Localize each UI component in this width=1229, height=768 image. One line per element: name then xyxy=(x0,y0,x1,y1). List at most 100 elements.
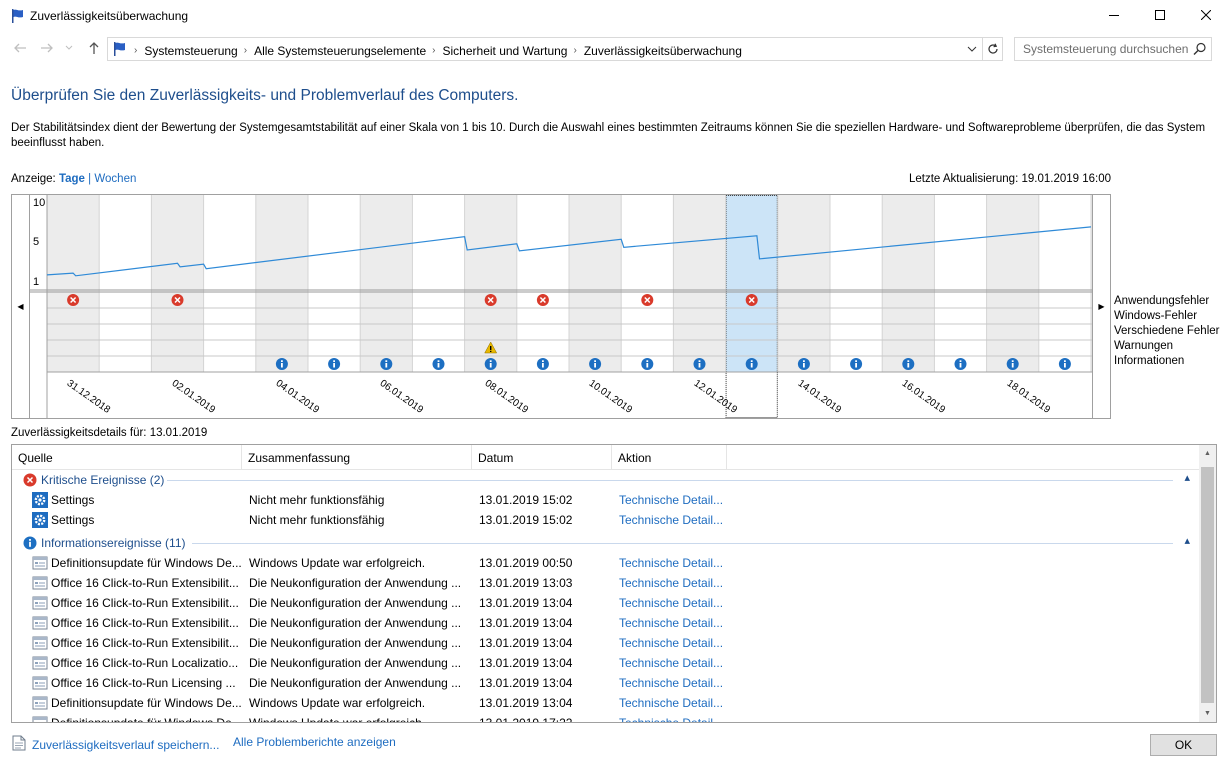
day-column-shade xyxy=(777,195,830,372)
technical-details-link[interactable]: Technische Detail... xyxy=(619,616,723,630)
technical-details-link[interactable]: Technische Detail... xyxy=(619,513,723,527)
show-all-reports-link[interactable]: Alle Problemberichte anzeigen xyxy=(233,735,396,749)
breadcrumb-item[interactable]: Zuverlässigkeitsüberwachung xyxy=(584,44,742,58)
view-days-link[interactable]: Tage xyxy=(59,173,85,185)
day-column-shade xyxy=(360,195,413,372)
list-header: Quelle Zusammenfassung Datum Aktion ⌃ xyxy=(12,445,1201,470)
chevron-right-icon[interactable]: › xyxy=(573,45,576,56)
technical-details-link[interactable]: Technische Detail... xyxy=(619,556,723,570)
forward-arrow-icon[interactable] xyxy=(38,38,56,58)
info-icon-mark xyxy=(907,363,910,368)
window-icon xyxy=(32,615,48,634)
list-item[interactable]: Settings Nicht mehr funktionsfähig 13.01… xyxy=(12,510,1201,530)
list-item[interactable]: Office 16 Click-to-Run Extensibilit... Di… xyxy=(12,573,1201,593)
list-item[interactable]: Office 16 Click-to-Run Localizatio... Die… xyxy=(12,653,1201,673)
breadcrumb-item[interactable]: Sicherheit und Wartung xyxy=(443,44,568,58)
technical-details-link[interactable]: Technische Detail... xyxy=(619,596,723,610)
list-item[interactable]: Settings Nicht mehr funktionsfähig 13.01… xyxy=(12,490,1201,510)
collapse-chevron-icon[interactable]: ▴ xyxy=(1184,534,1190,547)
back-arrow-icon[interactable] xyxy=(11,38,29,58)
row-date: 13.01.2019 00:50 xyxy=(479,556,573,570)
row-date: 13.01.2019 13:04 xyxy=(479,696,573,710)
list-item[interactable]: Definitionsupdate für Windows De... Windo… xyxy=(12,553,1201,573)
row-date: 13.01.2019 13:04 xyxy=(479,596,573,610)
row-summary: Die Neukonfiguration der Anwendung ... xyxy=(249,656,462,670)
info-icon-dot xyxy=(385,360,388,362)
info-icon-dot xyxy=(1011,360,1014,362)
row-source: Office 16 Click-to-Run Extensibilit... xyxy=(51,576,239,590)
view-weeks-link[interactable]: Wochen xyxy=(94,173,136,185)
technical-details-link[interactable]: Technische Detail... xyxy=(619,636,723,650)
list-item[interactable]: Office 16 Click-to-Run Extensibilit... Di… xyxy=(12,613,1201,633)
list-item[interactable]: Definitionsupdate für Windows De... Windo… xyxy=(12,713,1201,723)
window-icon xyxy=(32,555,48,574)
save-history-link[interactable]: Zuverlässigkeitsverlauf speichern... xyxy=(32,738,219,752)
refresh-icon[interactable] xyxy=(982,38,1002,60)
page-description: Der Stabilitätsindex dient der Bewertung… xyxy=(11,122,1206,149)
collapse-chevron-icon[interactable]: ▴ xyxy=(1184,471,1190,484)
column-header-action[interactable]: Aktion xyxy=(612,445,727,470)
save-history-link-container[interactable]: Zuverlässigkeitsverlauf speichern... xyxy=(12,735,219,754)
group-information-events[interactable]: Informationsereignisse (11) ▴ xyxy=(12,533,1201,553)
legend-windows-errors: Windows-Fehler xyxy=(1114,310,1198,322)
row-source: Settings xyxy=(51,493,95,507)
row-summary: Windows Update war erfolgreich. xyxy=(249,696,426,710)
column-header-summary[interactable]: Zusammenfassung xyxy=(242,445,472,470)
row-date: 13.01.2019 17:22 xyxy=(479,716,573,723)
breadcrumb-item[interactable]: Systemsteuerung xyxy=(144,44,237,58)
details-list[interactable]: Quelle Zusammenfassung Datum Aktion ⌃ Kr… xyxy=(11,444,1217,723)
row-date: 13.01.2019 13:04 xyxy=(479,616,573,630)
technical-details-link[interactable]: Technische Detail... xyxy=(619,656,723,670)
day-column-shade xyxy=(882,195,935,372)
list-item[interactable]: Office 16 Click-to-Run Licensing ... Die … xyxy=(12,673,1201,693)
minimize-button[interactable] xyxy=(1091,0,1137,30)
ok-button[interactable]: OK xyxy=(1150,734,1217,756)
info-icon-mark xyxy=(542,363,544,368)
technical-details-link[interactable]: Technische Detail... xyxy=(619,696,723,710)
chevron-down-icon[interactable] xyxy=(964,40,980,58)
row-source: Definitionsupdate für Windows De... xyxy=(51,716,242,723)
scroll-up-icon[interactable]: ▲ xyxy=(1199,445,1216,462)
technical-details-link[interactable]: Technische Detail... xyxy=(619,576,723,590)
day-column-shade xyxy=(255,195,308,372)
list-item[interactable]: Definitionsupdate für Windows De... Windo… xyxy=(12,693,1201,713)
chevron-right-icon[interactable]: › xyxy=(244,45,247,56)
address-bar[interactable]: › Systemsteuerung › Alle Systemsteuerung… xyxy=(107,37,1003,61)
row-source: Office 16 Click-to-Run Extensibilit... xyxy=(51,636,239,650)
vertical-scrollbar[interactable]: ▲ ▼ xyxy=(1199,445,1216,722)
column-header-source[interactable]: Quelle xyxy=(12,445,242,470)
info-icon-mark xyxy=(594,363,596,368)
chevron-right-icon[interactable]: › xyxy=(432,45,435,56)
info-icon-mark xyxy=(489,363,492,368)
row-date: 13.01.2019 13:04 xyxy=(479,636,573,650)
breadcrumb: › Systemsteuerung › Alle Systemsteuerung… xyxy=(112,41,742,60)
footer: Zuverlässigkeitsverlauf speichern... All… xyxy=(0,728,1229,768)
technical-details-link[interactable]: Technische Detail... xyxy=(619,676,723,690)
scroll-down-icon[interactable]: ▼ xyxy=(1199,705,1216,722)
info-icon-mark xyxy=(333,363,335,368)
day-column-shade xyxy=(569,195,622,372)
technical-details-link[interactable]: Technische Detail... xyxy=(619,716,723,722)
row-date: 13.01.2019 13:03 xyxy=(479,576,573,590)
technical-details-link[interactable]: Technische Detail... xyxy=(619,493,723,507)
maximize-button[interactable] xyxy=(1137,0,1183,30)
search-icon[interactable] xyxy=(1193,42,1207,59)
search-input[interactable]: Systemsteuerung durchsuchen xyxy=(1023,42,1188,56)
info-icon-dot xyxy=(594,360,596,362)
chart-scroll-right-button[interactable]: ▶ xyxy=(1092,195,1110,418)
list-item[interactable]: Office 16 Click-to-Run Extensibilit... Di… xyxy=(12,593,1201,613)
recent-dropdown-icon[interactable] xyxy=(63,38,75,58)
breadcrumb-item[interactable]: Alle Systemsteuerungselemente xyxy=(254,44,426,58)
info-icon-dot xyxy=(698,360,701,362)
up-arrow-icon[interactable] xyxy=(85,38,103,58)
chart-scroll-left-button[interactable]: ◀ xyxy=(12,195,30,418)
scroll-thumb[interactable] xyxy=(1201,467,1214,703)
last-update-text: Letzte Aktualisierung: 19.01.2019 16:00 xyxy=(908,173,1111,185)
stability-chart[interactable]: ◀ ▶ 10 5 1 31.12.2018 02.01.2019 04.01.201… xyxy=(11,194,1111,419)
search-box[interactable]: Systemsteuerung durchsuchen xyxy=(1014,37,1212,61)
list-item[interactable]: Office 16 Click-to-Run Extensibilit... Di… xyxy=(12,633,1201,653)
info-icon-dot xyxy=(489,360,492,362)
close-button[interactable] xyxy=(1183,0,1229,30)
row-date: 13.01.2019 15:02 xyxy=(479,513,573,527)
group-critical-events[interactable]: Kritische Ereignisse (2) ▴ xyxy=(12,470,1201,490)
